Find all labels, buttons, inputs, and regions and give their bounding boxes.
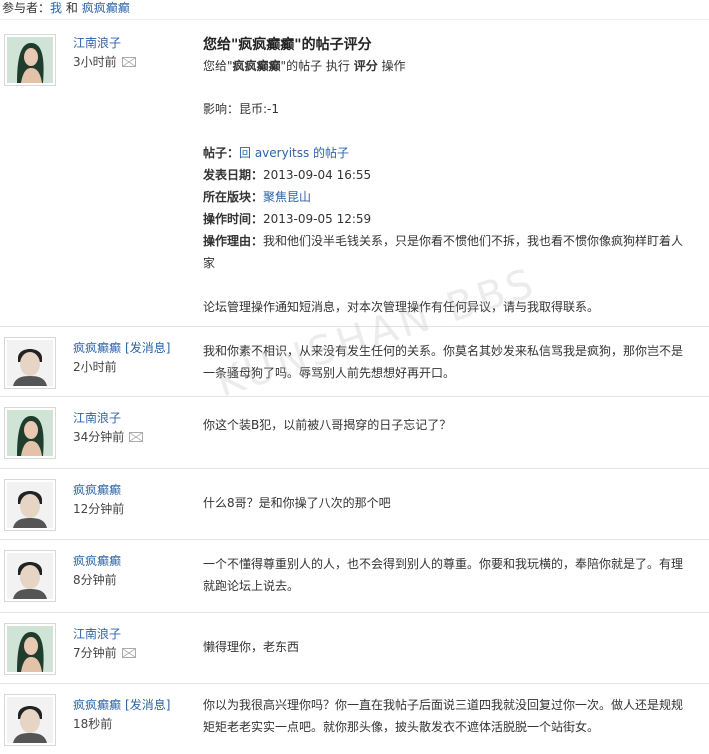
post-time: 3小时前 (73, 53, 136, 70)
avatar-jiangnan[interactable] (4, 623, 56, 675)
participants-bar: 参与者：我 和 疯疯癫癫 (0, 0, 709, 20)
post-field: 帖子：回 averyitss 的帖子 (203, 146, 350, 160)
envelope-icon[interactable] (121, 56, 136, 67)
send-message-link[interactable]: [发消息] (125, 341, 170, 355)
message-row: 江南浪子 34分钟前 你这个装B犯，以前被八哥揭穿的日子忘记了？ (0, 397, 709, 469)
avatar-jiangnan[interactable] (4, 34, 56, 86)
author-name[interactable]: 江南浪子 (73, 625, 121, 642)
avatar-fengfeng[interactable] (4, 550, 56, 602)
woman-portrait-icon (7, 410, 53, 456)
message-text: 你以为我很高兴理你吗？你一直在我帖子后面说三道四我就没回复过你一次。做人还是规规… (203, 698, 684, 734)
author-name: 疯疯癫癫 [发消息] (73, 696, 170, 713)
forum-field: 所在版块：聚焦昆山 (203, 190, 312, 204)
post-time: 7分钟前 (73, 644, 136, 661)
post-time: 8分钟前 (73, 573, 117, 587)
author-link[interactable]: 疯疯癫癫 (73, 341, 121, 355)
rating-subtitle: 您给"疯疯癫癫"的帖子 执行 评分 操作 (203, 59, 406, 73)
author-name: 疯疯癫癫 [发消息] (73, 339, 170, 356)
message-row: 疯疯癫癫 12分钟前 什么8哥？是和你操了八次的那个吧 (0, 469, 709, 540)
rating-notification: 江南浪子 3小时前 您给"疯疯癫癫"的帖子评分 您给"疯疯癫癫"的帖子 执行 评… (0, 20, 709, 327)
author-name[interactable]: 江南浪子 (73, 34, 121, 51)
notice-footer: 论坛管理操作通知短消息，对本次管理操作有任何异议，请与我取得联系。 (203, 300, 600, 314)
post-time: 12分钟前 (73, 502, 125, 516)
message-text: 什么8哥？是和你操了八次的那个吧 (203, 496, 391, 510)
author-name[interactable]: 江南浪子 (73, 409, 121, 426)
message-row: 疯疯癫癫 8分钟前 一个不懂得尊重别人的人，也不会得到别人的尊重。你要和我玩横的… (0, 540, 709, 613)
post-time: 34分钟前 (73, 428, 144, 445)
avatar-fengfeng[interactable] (4, 479, 56, 531)
message-text: 你这个装B犯，以前被八哥揭穿的日子忘记了？ (203, 418, 452, 432)
send-message-link[interactable]: [发消息] (125, 698, 170, 712)
post-link[interactable]: 回 averyitss 的帖子 (239, 146, 349, 160)
rating-body: 您给"疯疯癫癫"的帖子评分 您给"疯疯癫癫"的帖子 执行 评分 操作 影响：昆币… (203, 34, 691, 318)
avatar-fengfeng[interactable] (4, 694, 56, 746)
avatar-jiangnan[interactable] (4, 407, 56, 459)
man-portrait-icon (7, 697, 53, 743)
optime-field: 操作时间：2013-09-05 12:59 (203, 212, 372, 226)
message-row: 疯疯癫癫 [发消息] 2小时前 我和你素不相识，从来没有发生任何的关系。你莫名其妙… (0, 327, 709, 397)
envelope-icon[interactable] (129, 431, 144, 442)
message-text: 我和你素不相识，从来没有发生任何的关系。你莫名其妙发来私信骂我是疯狗，那你岂不是… (203, 344, 684, 380)
avatar-fengfeng[interactable] (4, 337, 56, 389)
date-field: 发表日期：2013-09-04 16:55 (203, 168, 372, 182)
author-name[interactable]: 疯疯癫癫 (73, 552, 121, 569)
participant-me-link[interactable]: 我 (50, 1, 62, 15)
and-text: 和 (65, 1, 78, 15)
reason-field: 操作理由：我和他们没半毛钱关系，只是你看不惯他们不拆，我也看不惯你像疯狗样盯着人… (203, 234, 684, 270)
forum-link[interactable]: 聚焦昆山 (263, 190, 311, 204)
author-name[interactable]: 疯疯癫癫 (73, 481, 121, 498)
man-portrait-icon (7, 340, 53, 386)
man-portrait-icon (7, 482, 53, 528)
woman-portrait-icon (7, 626, 53, 672)
message-text: 一个不懂得尊重别人的人，也不会得到别人的尊重。你要和我玩横的，奉陪你就是了。有理… (203, 557, 684, 593)
impact-text: 影响：昆币:-1 (203, 102, 280, 116)
participant-other-link[interactable]: 疯疯癫癫 (82, 1, 130, 15)
envelope-icon[interactable] (121, 647, 136, 658)
message-row: 疯疯癫癫 [发消息] 18秒前 你以为我很高兴理你吗？你一直在我帖子后面说三道四我… (0, 684, 709, 754)
participants-label: 参与者： (2, 1, 51, 15)
post-time: 2小时前 (73, 360, 117, 374)
author-link[interactable]: 疯疯癫癫 (73, 698, 121, 712)
man-portrait-icon (7, 553, 53, 599)
rating-title: 您给"疯疯癫癫"的帖子评分 (203, 37, 372, 53)
woman-portrait-icon (7, 37, 53, 83)
message-text: 懒得理你，老东西 (203, 640, 300, 654)
post-time: 18秒前 (73, 717, 113, 731)
message-row: 江南浪子 7分钟前 懒得理你，老东西 (0, 613, 709, 684)
